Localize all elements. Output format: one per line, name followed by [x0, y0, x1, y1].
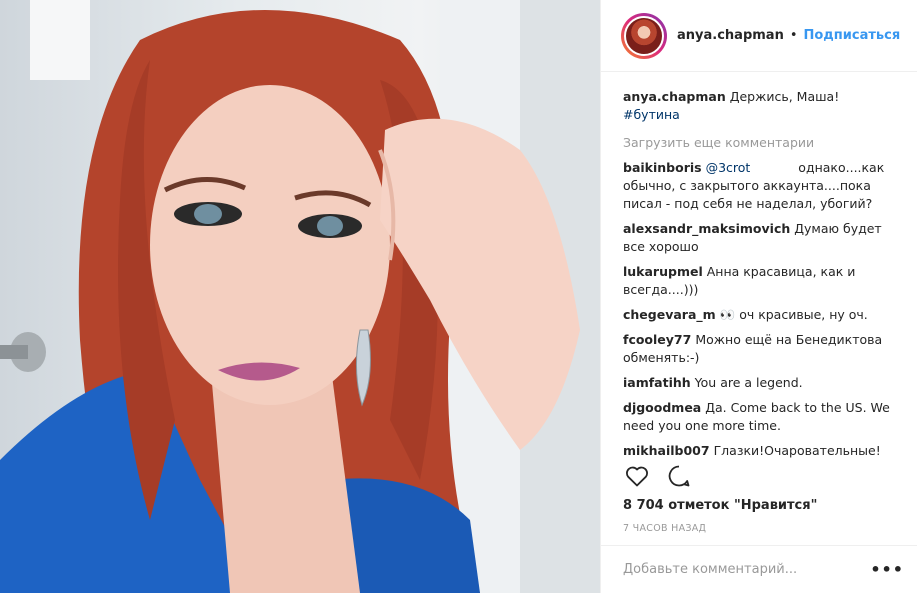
- add-comment-bar: •••: [601, 545, 917, 593]
- post-sidebar: anya.chapman • Подписаться anya.chapman …: [600, 0, 917, 593]
- post-header: anya.chapman • Подписаться: [601, 0, 917, 72]
- follow-button[interactable]: Подписаться: [804, 28, 901, 43]
- comment-username[interactable]: djgoodmea: [623, 400, 701, 415]
- comment-icon[interactable]: [665, 462, 693, 490]
- comment-username[interactable]: lukarupmel: [623, 264, 703, 279]
- comments-list: anya.chapman Держись, Маша! #бутина Загр…: [623, 88, 903, 460]
- comment-text: 👀 оч красивые, ну оч.: [719, 307, 868, 322]
- comment-username[interactable]: mikhailb007: [623, 443, 710, 458]
- comment-username[interactable]: chegevara_m: [623, 307, 716, 322]
- caption-hashtag[interactable]: #бутина: [623, 106, 903, 124]
- avatar[interactable]: [621, 12, 667, 59]
- comment-item: djgoodmea Да. Come back to the US. We ne…: [623, 399, 903, 435]
- comment-item: baikinboris @3crot однако....как обычно,…: [623, 159, 903, 213]
- comment-mention[interactable]: @3crot: [706, 160, 751, 175]
- post-caption: anya.chapman Держись, Маша! #бутина: [623, 88, 903, 124]
- comment-item: iamfatihh You are a legend.: [623, 374, 903, 392]
- avatar-image: [624, 15, 664, 56]
- comment-item: alexsandr_maksimovich Думаю будет все хо…: [623, 220, 903, 256]
- post-photo[interactable]: [0, 0, 600, 593]
- header-separator: •: [789, 28, 798, 43]
- comment-username[interactable]: baikinboris: [623, 160, 702, 175]
- comment-username[interactable]: iamfatihh: [623, 375, 691, 390]
- portrait-image: [0, 0, 600, 593]
- comment-item: chegevara_m 👀 оч красивые, ну оч.: [623, 306, 903, 324]
- comment-text: Глазки!Очаровательные!: [713, 443, 881, 458]
- comment-item: mikhailb007 Глазки!Очаровательные!: [623, 442, 903, 460]
- comment-item: lukarupmel Анна красавица, как и всегда.…: [623, 263, 903, 299]
- more-options-icon[interactable]: •••: [870, 560, 904, 579]
- header-username[interactable]: anya.chapman: [677, 28, 784, 43]
- comment-username[interactable]: fcooley77: [623, 332, 691, 347]
- comment-item: fcooley77 Можно ещё на Бенедиктова обмен…: [623, 331, 903, 367]
- comment-username[interactable]: alexsandr_maksimovich: [623, 221, 790, 236]
- heart-icon[interactable]: [623, 462, 651, 490]
- load-more-comments-link[interactable]: Загрузить еще комментарии: [623, 134, 903, 152]
- likes-count[interactable]: 8 704 отметок "Нравится": [623, 498, 817, 513]
- comment-text: You are a legend.: [694, 375, 803, 390]
- post-actions: [623, 462, 903, 490]
- comment-input[interactable]: [623, 562, 871, 577]
- caption-text: Держись, Маша!: [729, 89, 840, 104]
- caption-username[interactable]: anya.chapman: [623, 89, 726, 104]
- post-timestamp[interactable]: 7 ЧАСОВ НАЗАД: [623, 523, 706, 534]
